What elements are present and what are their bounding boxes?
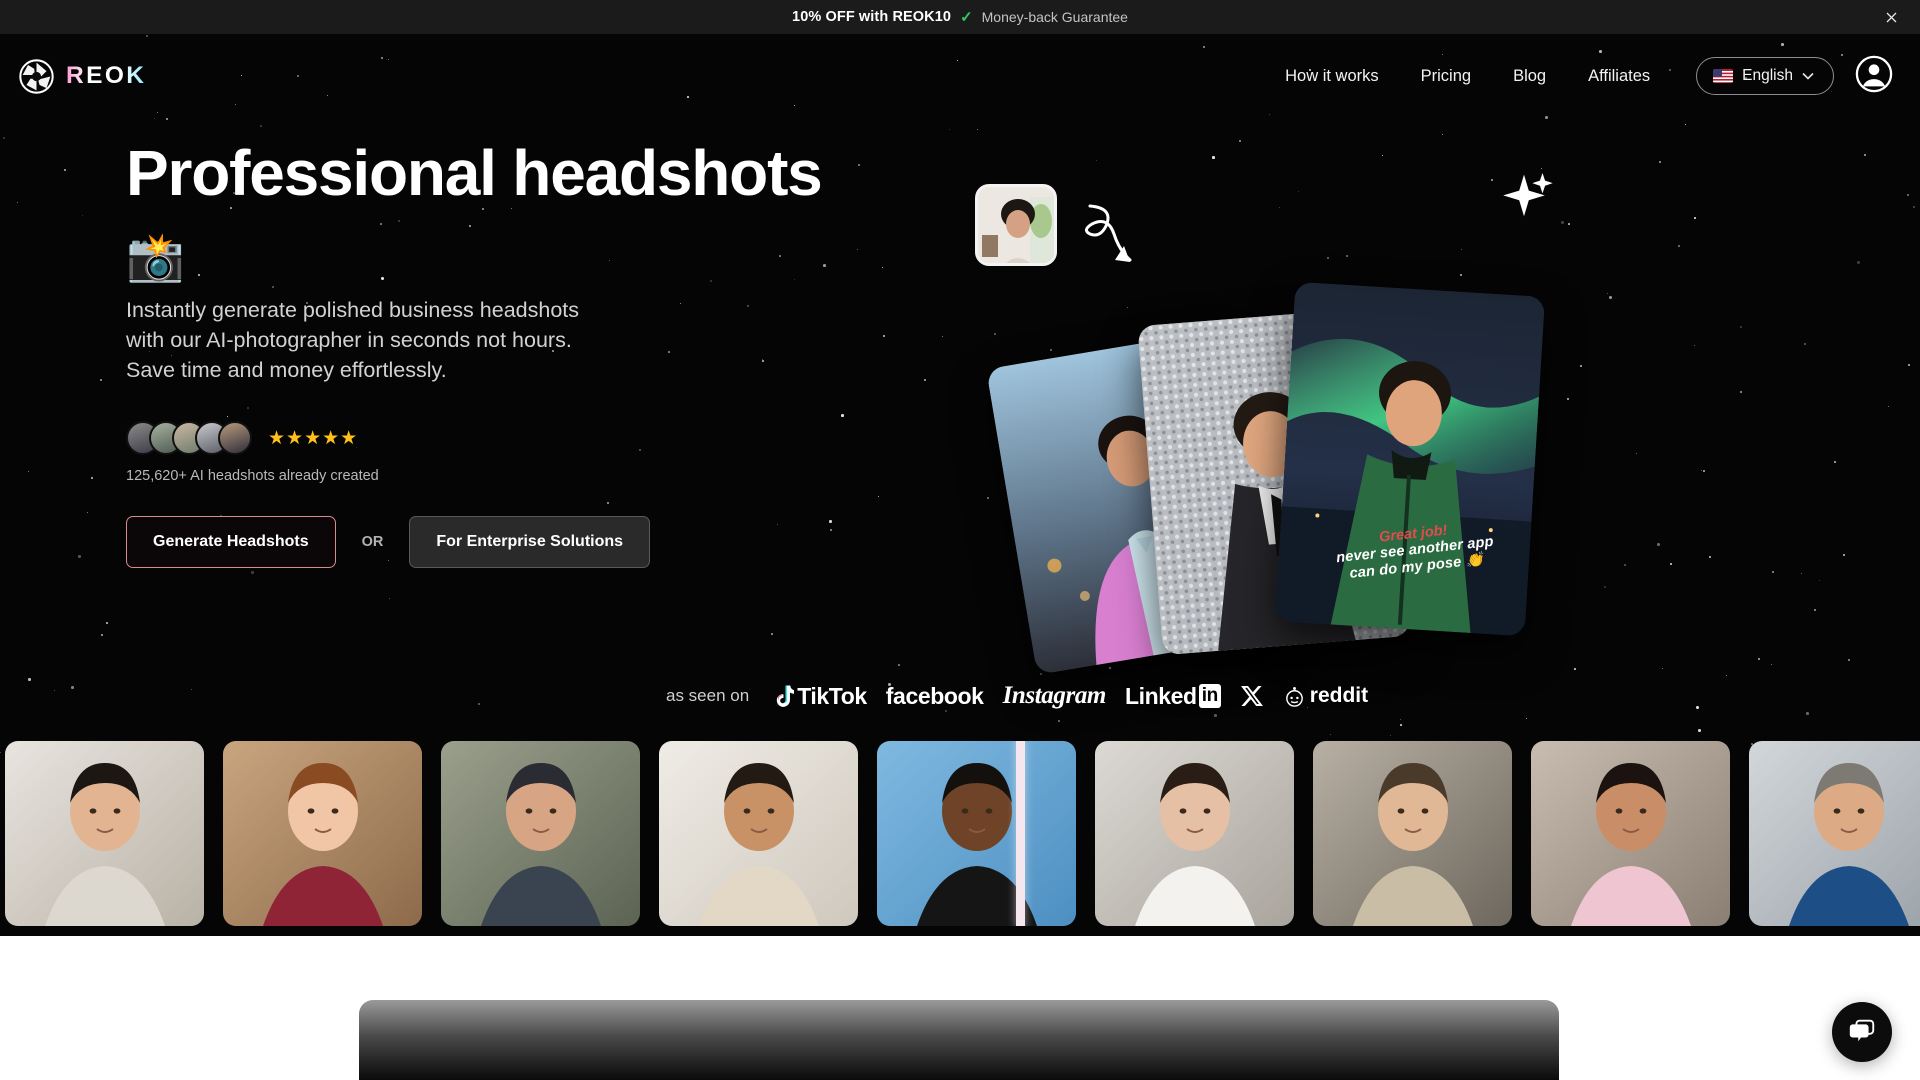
hero-section: REOK How it works Pricing Blog Affiliate… (0, 34, 1920, 936)
tiktok-logo: TikTok (771, 683, 867, 710)
chevron-down-icon (1802, 67, 1814, 85)
promo-banner: 10% OFF with REOK10 ✓ Money-back Guarant… (0, 0, 1920, 34)
page-root: 10% OFF with REOK10 ✓ Money-back Guarant… (0, 0, 1920, 1080)
tiktok-label: TikTok (797, 683, 867, 710)
rating-stars: ★★★★★ (268, 427, 358, 450)
us-flag-icon (1713, 69, 1733, 83)
as-seen-on-row: as seen on TikTok facebook Instagram Lin… (666, 682, 1368, 710)
promo-guarantee-text: Money-back Guarantee (982, 9, 1128, 25)
linkedin-in-box: in (1199, 684, 1221, 708)
chat-widget-button[interactable] (1832, 1002, 1892, 1062)
nav-item-pricing[interactable]: Pricing (1400, 59, 1492, 94)
cta-row: Generate Headshots OR For Enterprise Sol… (126, 516, 1920, 568)
carousel-slide[interactable] (441, 741, 640, 926)
headshots-created-count: 125,620+ AI headshots already created (126, 468, 1920, 484)
next-section (0, 936, 1920, 1080)
chat-bubble-icon (1847, 1015, 1877, 1050)
nav-item-affiliates[interactable]: Affiliates (1567, 59, 1671, 94)
camera-flash-emoji: 📸 (126, 233, 1920, 280)
nav-item-how-it-works[interactable]: How it works (1264, 59, 1400, 94)
or-separator-label: OR (336, 534, 410, 550)
reddit-label: reddit (1310, 684, 1368, 708)
carousel-slide[interactable] (1095, 741, 1294, 926)
reddit-logo: reddit (1283, 684, 1368, 708)
hero-subtitle: Instantly generate polished business hea… (126, 296, 592, 385)
as-seen-on-label: as seen on (666, 686, 749, 706)
promo-code-text: 10% OFF with REOK10 (792, 9, 951, 25)
customer-avatars (126, 421, 252, 455)
carousel-slide[interactable] (5, 741, 204, 926)
carousel-slide[interactable] (1749, 741, 1920, 926)
site-header: REOK How it works Pricing Blog Affiliate… (0, 34, 1920, 118)
enterprise-solutions-button[interactable]: For Enterprise Solutions (409, 516, 650, 568)
camera-aperture-icon (18, 58, 55, 95)
before-after-slider-handle[interactable] (1016, 741, 1025, 926)
carousel-slide[interactable] (659, 741, 858, 926)
facebook-logo: facebook (886, 683, 984, 710)
check-icon: ✓ (960, 10, 973, 25)
carousel-slide[interactable] (877, 741, 1076, 926)
linkedin-label: Linked (1125, 683, 1197, 710)
next-section-panel (359, 1000, 1559, 1080)
carousel-slide[interactable] (1313, 741, 1512, 926)
generate-headshots-button[interactable]: Generate Headshots (126, 516, 336, 568)
x-logo (1240, 684, 1264, 708)
brand-logo[interactable]: REOK (18, 58, 146, 95)
page-title: Professional headshots (126, 140, 1920, 207)
hero-content: Professional headshots 📸 Instantly gener… (0, 140, 1920, 568)
language-label: English (1742, 67, 1793, 85)
close-icon[interactable] (1880, 6, 1902, 28)
brand-name: REOK (66, 62, 146, 90)
linkedin-logo: Linked in (1125, 683, 1221, 710)
social-proof-row: ★★★★★ (126, 421, 1920, 455)
instagram-logo: Instagram (1003, 682, 1106, 710)
carousel-slide[interactable] (1531, 741, 1730, 926)
avatar (218, 421, 252, 455)
language-selector[interactable]: English (1696, 57, 1834, 95)
carousel-slide[interactable] (223, 741, 422, 926)
headshot-carousel[interactable] (0, 741, 1920, 936)
nav-item-blog[interactable]: Blog (1492, 59, 1567, 94)
main-nav: How it works Pricing Blog Affiliates (1264, 56, 1894, 96)
user-avatar-icon (1855, 55, 1893, 98)
account-avatar-button[interactable] (1854, 56, 1894, 96)
